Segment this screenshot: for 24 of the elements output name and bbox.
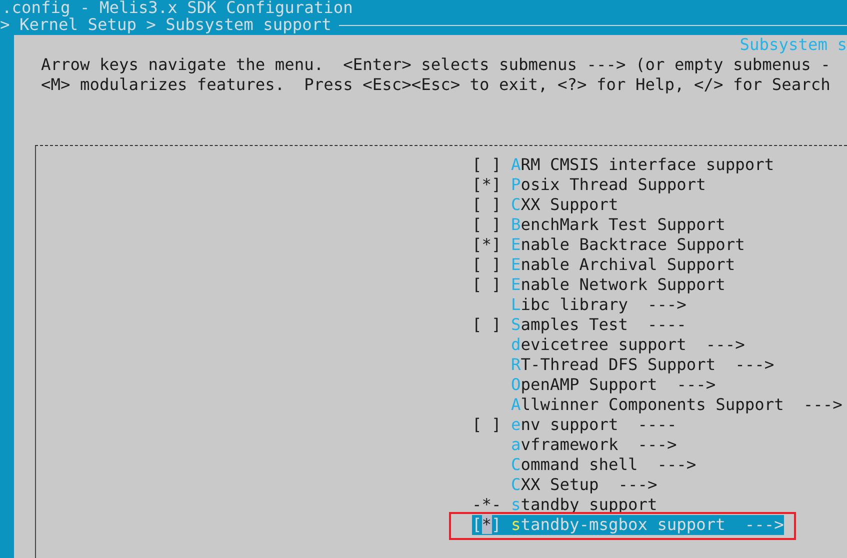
- menu-item[interactable]: Allwinner Components Support --->: [472, 395, 842, 415]
- menu-item[interactable]: [ ] Samples Test ----: [472, 315, 686, 335]
- menu-item[interactable]: [ ] BenchMark Test Support: [472, 215, 726, 235]
- menu-item[interactable]: [*] Posix Thread Support: [472, 175, 706, 195]
- menu-item[interactable]: [ ] CXX Support: [472, 195, 618, 215]
- menu-item[interactable]: [ ] Enable Archival Support: [472, 255, 736, 275]
- menu-item[interactable]: avframework --->: [472, 435, 677, 455]
- menu-item[interactable]: Libc library --->: [472, 295, 686, 315]
- menu-item[interactable]: [*] Enable Backtrace Support: [472, 235, 745, 255]
- menu-item[interactable]: [*] standby-msgbox support --->: [472, 515, 784, 535]
- dialog-title: Subsystem s: [740, 35, 847, 55]
- menu-item[interactable]: [ ] env support ----: [472, 415, 677, 435]
- menu-item[interactable]: Command shell --->: [472, 455, 696, 475]
- menu-item[interactable]: [ ] Enable Network Support: [472, 275, 726, 295]
- menu-item[interactable]: devicetree support --->: [472, 335, 745, 355]
- menu-item[interactable]: RT-Thread DFS Support --->: [472, 355, 774, 375]
- menu-item[interactable]: OpenAMP Support --->: [472, 375, 716, 395]
- menu-item[interactable]: -*- standby support: [472, 495, 658, 515]
- breadcrumb: > Kernel Setup > Subsystem support: [0, 15, 332, 35]
- menu-item[interactable]: [ ] ARM CMSIS interface support: [472, 155, 774, 175]
- help-text: <M> modularizes features. Press <Esc><Esc> to exit, <?> for Help, </> for Search: [40, 75, 832, 95]
- menu-item[interactable]: CXX Setup --->: [472, 475, 658, 495]
- window-title: .config - Melis3.x SDK Configuration: [1, 0, 354, 15]
- help-text: Arrow keys navigate the menu. <Enter> selects submenus ---> (or empty submenus -: [40, 55, 832, 75]
